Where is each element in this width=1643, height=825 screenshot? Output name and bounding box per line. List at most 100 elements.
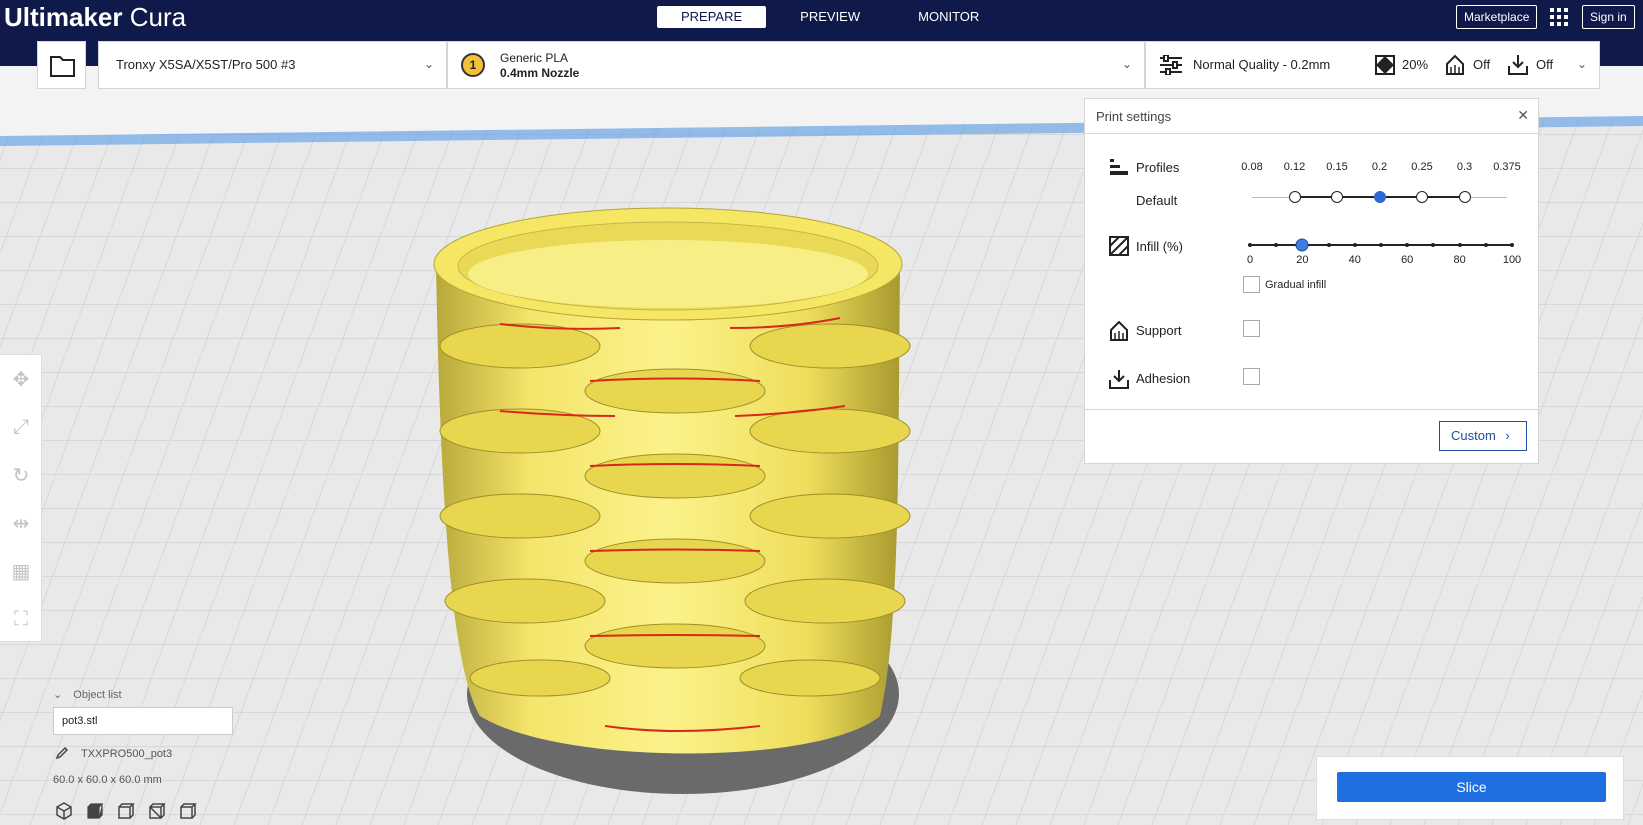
material-name: Generic PLA [500,51,569,65]
tab-monitor[interactable]: MONITOR [894,6,1003,28]
tool-bar: ✥ ⤢ ↻ ⇹ ▦ ⛶ [0,354,42,642]
sign-in-button[interactable]: Sign in [1582,5,1635,29]
profile-tick-label: 0.12 [1283,161,1306,173]
support-blocker-icon[interactable]: ⛶ [0,595,42,643]
mirror-tool-icon[interactable]: ⇹ [0,499,42,547]
view-orientation-buttons [55,802,197,820]
panel-title: Print settings [1096,109,1172,124]
adhesion-icon [1508,55,1528,75]
custom-settings-button[interactable]: Custom › [1439,421,1527,451]
support-icon [1110,321,1128,341]
tab-preview[interactable]: PREVIEW [776,6,884,28]
panel-header: Print settings ✕ [1085,99,1538,134]
infill-step-dot [1326,243,1331,247]
profile-default-label: Default [1136,193,1178,208]
adhesion-icon [1109,370,1129,389]
custom-button-label: Custom [1451,428,1496,443]
support-icon [1446,54,1464,75]
object-dimensions: 60.0 x 60.0 x 60.0 mm [53,774,162,786]
chevron-down-icon: ⌄ [1121,57,1132,71]
printer-name: Tronxy X5SA/X5ST/Pro 500 #3 [116,57,296,72]
profile-tick-label: 0.25 [1411,161,1433,173]
infill-hatch-icon [1109,236,1129,256]
profiles-label: Profiles [1136,160,1180,175]
close-icon[interactable]: ✕ [1517,107,1529,124]
infill-tick-label: 20 [1296,254,1309,266]
infill-step-dot [1405,243,1410,247]
gradual-infill-label: Gradual infill [1265,279,1327,291]
profile-tick-label: 0.08 [1241,161,1263,173]
profile-option-knob[interactable] [1288,191,1301,203]
infill-slider-handle[interactable] [1295,238,1309,252]
3d-view-icon[interactable] [55,802,73,820]
profile-tick-label: 0.15 [1326,161,1348,173]
object-list-header: Object list [73,689,122,701]
profile-tick-label: 0.2 [1371,161,1388,173]
move-tool-icon[interactable]: ✥ [0,355,42,403]
infill-tick-label: 60 [1401,254,1414,266]
object-list-item[interactable]: pot3.stl [53,707,233,735]
support-label: Support [1136,323,1182,338]
scale-tool-icon[interactable]: ⤢ [0,403,42,451]
panel-divider [1085,409,1538,410]
pencil-icon[interactable] [55,746,69,760]
quality-label: Normal Quality - 0.2mm [1193,57,1331,72]
infill-step-dot [1483,243,1488,247]
stage-tabs: PREPARE PREVIEW MONITOR [657,6,1013,28]
material-selector[interactable]: 1 Generic PLA 0.4mm Nozzle ⌄ [447,41,1145,89]
logo-bold: Ultimaker [4,2,123,32]
marketplace-button[interactable]: Marketplace [1456,5,1538,29]
nozzle-size: 0.4mm Nozzle [500,66,580,80]
support-value: Off [1473,57,1491,72]
extruder-badge: 1 [461,53,485,77]
open-file-button[interactable] [37,41,86,89]
infill-label: Infill (%) [1136,239,1183,254]
adhesion-checkbox[interactable] [1243,368,1260,385]
print-settings-selector[interactable]: Normal Quality - 0.2mm 20% Off Off ⌄ [1145,41,1600,89]
slice-panel: Slice [1316,756,1624,820]
per-model-settings-icon[interactable]: ▦ [0,547,42,595]
right-view-icon[interactable] [179,802,197,820]
infill-tick-label: 40 [1348,254,1361,266]
left-view-icon[interactable] [148,802,166,820]
infill-step-dot [1457,243,1462,247]
infill-step-dot [1510,243,1514,247]
profiles-icon [1110,159,1128,175]
support-checkbox[interactable] [1243,320,1260,337]
apps-grid-icon[interactable] [1550,8,1568,26]
profile-option-knob[interactable] [1373,191,1386,203]
profile-option-knob[interactable] [1416,191,1428,203]
chevron-down-icon: ⌄ [423,57,434,71]
slice-button[interactable]: Slice [1337,772,1606,802]
infill-step-dot [1248,243,1252,247]
chevron-down-icon: ⌄ [1576,57,1587,71]
profile-tick-label: 0.3 [1456,161,1473,173]
infill-value: 20% [1402,57,1429,72]
object-list-toggle[interactable]: ⌄ Object list [53,688,122,701]
infill-step-dot [1352,243,1357,247]
profile-tick-label: 0.375 [1493,161,1521,173]
infill-tick-label: 100 [1502,254,1522,266]
rotate-tool-icon[interactable]: ↻ [0,451,42,499]
profile-option-knob[interactable] [1331,191,1343,203]
tab-prepare[interactable]: PREPARE [657,6,767,28]
printer-selector[interactable]: Tronxy X5SA/X5ST/Pro 500 #3 ⌄ [98,41,447,89]
infill-tick-label: 0 [1246,254,1254,266]
infill-tick-label: 80 [1453,254,1466,266]
infill-step-dot [1274,243,1279,247]
gradual-infill-checkbox[interactable] [1243,276,1260,293]
app-logo: Ultimaker Cura [4,1,186,33]
sliders-icon [1160,55,1182,75]
chevron-right-icon: › [1505,428,1510,443]
adhesion-value: Off [1536,57,1554,72]
logo-light: Cura [129,2,187,32]
profile-option-knob[interactable] [1458,191,1471,203]
chevron-down-icon: ⌄ [53,689,63,701]
folder-icon [50,56,75,77]
top-view-icon[interactable] [117,802,135,820]
object-name: TXXPRO500_pot3 [81,748,173,760]
adhesion-label: Adhesion [1136,371,1191,386]
infill-icon [1375,55,1395,75]
front-view-icon[interactable] [86,802,104,820]
infill-step-dot [1431,243,1436,247]
